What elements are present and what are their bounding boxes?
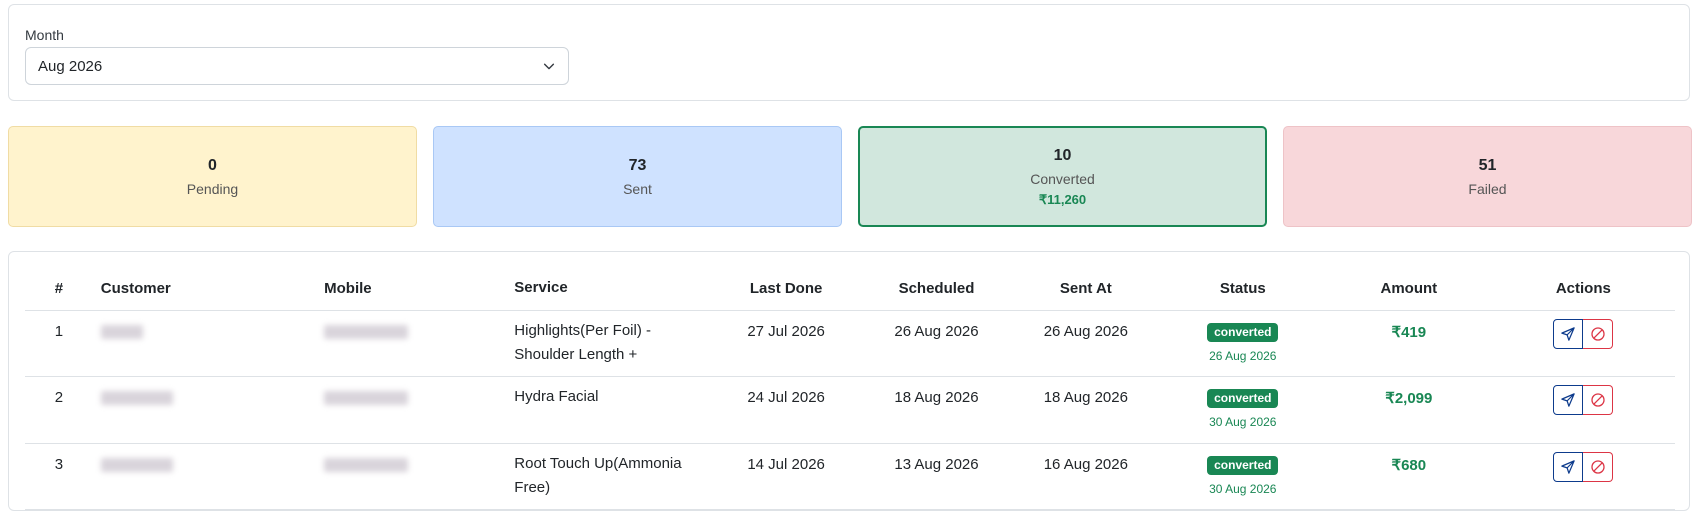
service-name: Highlights(Per Foil) - Shoulder Length +	[506, 310, 712, 377]
scheduled-date: 13 Aug 2026	[860, 443, 1013, 510]
customer-name-redacted	[92, 310, 317, 377]
block-icon	[1591, 393, 1605, 407]
block-icon	[1591, 327, 1605, 341]
actions-cell	[1491, 443, 1675, 510]
pending-stat-card[interactable]: 0 Pending	[8, 126, 417, 227]
failed-count: 51	[1478, 157, 1497, 174]
row-index: 2	[25, 376, 93, 444]
customer-name-redacted	[92, 443, 317, 510]
row-index: 1	[25, 310, 93, 377]
status-date: 30 Aug 2026	[1209, 482, 1277, 496]
mobile-redacted	[316, 443, 507, 510]
month-select[interactable]: Aug 2026	[25, 47, 569, 85]
status-date: 30 Aug 2026	[1209, 415, 1277, 429]
reminders-table: # Customer Mobile Service Last Done Sche…	[25, 266, 1675, 510]
status-cell: converted 30 Aug 2026	[1159, 443, 1326, 510]
sent-count: 73	[628, 157, 647, 174]
pending-count: 0	[208, 157, 217, 174]
converted-amount: ₹11,260	[1038, 192, 1087, 207]
status-cell: converted 26 Aug 2026	[1159, 310, 1326, 377]
status-date: 26 Aug 2026	[1209, 349, 1277, 363]
month-filter-card: Month Aug 2026	[8, 4, 1690, 101]
table-row: 3 Root Touch Up(Ammonia Free) 14 Jul 202…	[25, 443, 1675, 510]
last-done-date: 14 Jul 2026	[711, 443, 861, 510]
action-buttons	[1553, 452, 1614, 482]
last-done-date: 27 Jul 2026	[711, 310, 861, 377]
col-scheduled-header: Scheduled	[860, 266, 1013, 311]
col-sent-at-header: Sent At	[1012, 266, 1160, 311]
customer-name-redacted	[92, 376, 317, 444]
last-done-date: 24 Jul 2026	[711, 376, 861, 444]
amount-cell: ₹419	[1325, 310, 1492, 377]
status-badge: converted	[1207, 456, 1279, 475]
send-button[interactable]	[1553, 452, 1584, 482]
failed-label: Failed	[1468, 181, 1507, 197]
actions-cell	[1491, 376, 1675, 444]
table-header-row: # Customer Mobile Service Last Done Sche…	[25, 266, 1675, 311]
block-icon	[1591, 460, 1605, 474]
status-badge: converted	[1207, 323, 1279, 342]
action-buttons	[1553, 385, 1614, 415]
service-name: Root Touch Up(Ammonia Free)	[506, 443, 712, 510]
block-button[interactable]	[1583, 452, 1614, 482]
mobile-redacted	[316, 310, 507, 377]
sent-at-date: 16 Aug 2026	[1012, 443, 1160, 510]
table-row: 2 Hydra Facial 24 Jul 2026 18 Aug 2026 1…	[25, 376, 1675, 444]
amount-value: ₹680	[1391, 457, 1427, 474]
status-badge: converted	[1207, 389, 1279, 408]
scheduled-date: 26 Aug 2026	[860, 310, 1013, 377]
col-actions-header: Actions	[1491, 266, 1675, 311]
sent-at-date: 18 Aug 2026	[1012, 376, 1160, 444]
amount-value: ₹2,099	[1385, 390, 1433, 407]
block-button[interactable]	[1583, 385, 1614, 415]
send-icon	[1561, 393, 1576, 407]
amount-value: ₹419	[1391, 324, 1427, 341]
col-amount-header: Amount	[1325, 266, 1492, 311]
month-select-value: Aug 2026	[38, 57, 103, 75]
actions-cell	[1491, 310, 1675, 377]
converted-stat-card[interactable]: 10 Converted ₹11,260	[858, 126, 1267, 227]
col-index-header: #	[25, 266, 93, 311]
reminders-table-card: # Customer Mobile Service Last Done Sche…	[8, 251, 1690, 511]
col-customer-header: Customer	[92, 266, 317, 311]
scheduled-date: 18 Aug 2026	[860, 376, 1013, 444]
mobile-redacted	[316, 376, 507, 444]
pending-label: Pending	[186, 181, 239, 197]
sent-label: Sent	[623, 181, 652, 197]
action-buttons	[1553, 319, 1614, 349]
row-index: 3	[25, 443, 93, 510]
send-icon	[1561, 460, 1576, 474]
block-button[interactable]	[1583, 319, 1614, 349]
chevron-down-icon	[543, 63, 555, 70]
amount-cell: ₹2,099	[1325, 376, 1492, 444]
send-button[interactable]	[1553, 385, 1584, 415]
status-cell: converted 30 Aug 2026	[1159, 376, 1326, 444]
sent-stat-card[interactable]: 73 Sent	[433, 126, 842, 227]
table-row: 1 Highlights(Per Foil) - Shoulder Length…	[25, 310, 1675, 377]
col-status-header: Status	[1159, 266, 1326, 311]
converted-count: 10	[1053, 147, 1072, 164]
amount-cell: ₹680	[1325, 443, 1492, 510]
col-service-header: Service	[506, 266, 712, 311]
sent-at-date: 26 Aug 2026	[1012, 310, 1160, 377]
service-name: Hydra Facial	[506, 376, 712, 444]
send-button[interactable]	[1553, 319, 1584, 349]
col-last-done-header: Last Done	[711, 266, 861, 311]
converted-label: Converted	[1030, 171, 1095, 187]
month-label: Month	[25, 27, 64, 43]
col-mobile-header: Mobile	[316, 266, 507, 311]
send-icon	[1561, 327, 1576, 341]
failed-stat-card[interactable]: 51 Failed	[1283, 126, 1692, 227]
